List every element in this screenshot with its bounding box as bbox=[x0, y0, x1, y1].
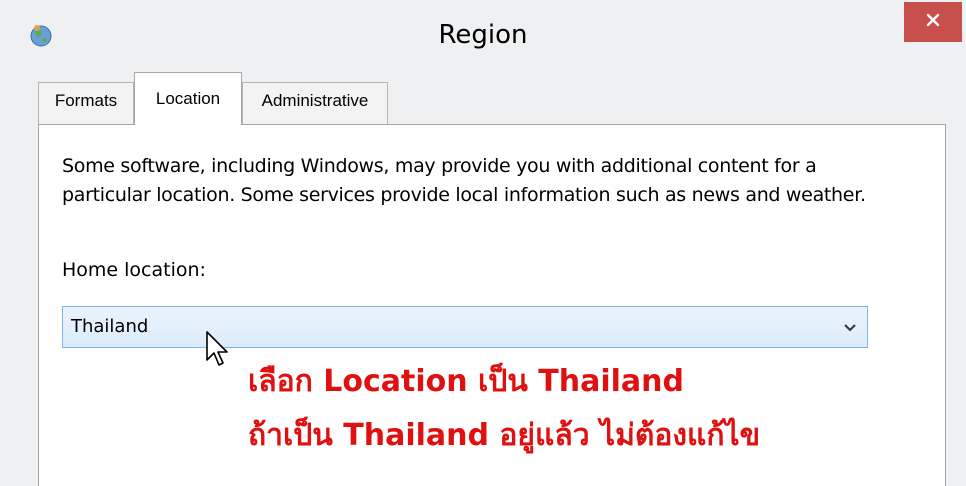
home-location-value: Thailand bbox=[71, 316, 149, 337]
location-description: Some software, including Windows, may pr… bbox=[62, 155, 866, 206]
home-location-label: Home location: bbox=[62, 259, 206, 281]
chevron-down-icon[interactable] bbox=[843, 319, 857, 333]
mouse-cursor-icon bbox=[205, 330, 231, 370]
title-bar[interactable]: Region bbox=[0, 0, 966, 72]
annotation-line-1: เลือก Location เป็น Thailand bbox=[248, 364, 685, 399]
window-border-right bbox=[958, 72, 966, 486]
close-icon bbox=[925, 12, 941, 32]
tab-administrative[interactable]: Administrative bbox=[242, 82, 388, 124]
region-dialog: Region Formats Location Administrative S… bbox=[0, 0, 966, 486]
tab-formats[interactable]: Formats bbox=[38, 82, 134, 124]
home-location-dropdown[interactable]: Thailand bbox=[62, 306, 868, 348]
window-border-left bbox=[0, 72, 8, 486]
tab-location[interactable]: Location bbox=[134, 72, 242, 125]
annotation-line-2: ถ้าเป็น Thailand อยู่แล้ว ไม่ต้องแก้ไข bbox=[248, 418, 761, 453]
window-title: Region bbox=[438, 20, 528, 50]
close-button[interactable] bbox=[904, 2, 962, 42]
